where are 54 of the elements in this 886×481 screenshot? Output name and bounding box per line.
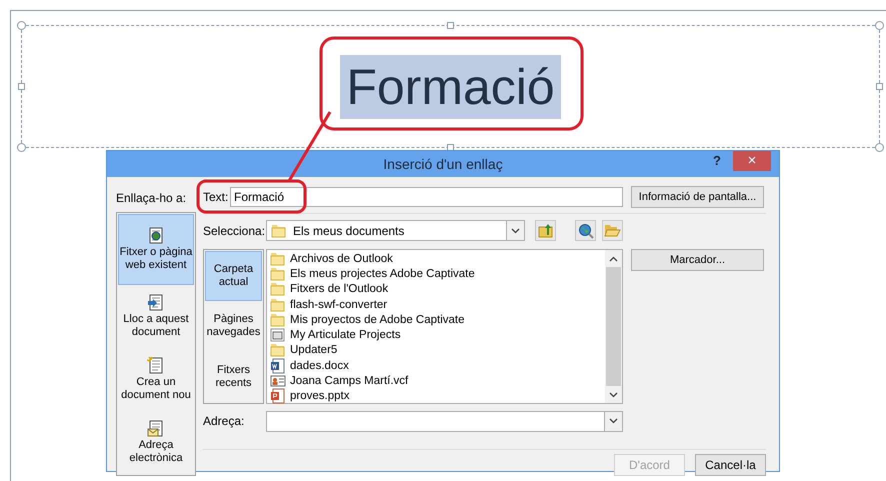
callout-line — [288, 111, 332, 182]
resize-handle[interactable] — [18, 82, 25, 90]
link-to-label: Enllaça-ho a: — [116, 190, 188, 207]
file-name[interactable]: Archivos de Outlook — [290, 252, 393, 265]
resize-handle[interactable] — [876, 82, 883, 90]
chevron-down-icon[interactable] — [609, 418, 618, 424]
link-type-item[interactable]: Crea un document nou — [118, 348, 194, 411]
address-label: Adreça: — [203, 414, 246, 428]
slide-title: Formació — [340, 54, 561, 118]
file-name[interactable]: Els meus projectes Adobe Captivate — [290, 268, 475, 280]
contact-card-icon — [270, 373, 286, 390]
help-button[interactable]: ? — [713, 153, 721, 168]
file-name[interactable]: Mis proyectos de Adobe Captivate — [290, 314, 465, 326]
look-in-label: Selecciona: — [203, 224, 266, 238]
link-type-item[interactable]: Adreça electrònica — [118, 411, 194, 474]
file-name[interactable]: Fitxers de l'Outlook — [290, 283, 388, 296]
bookmark-button[interactable]: Marcador... — [631, 249, 764, 271]
new-document-icon — [147, 357, 165, 374]
resize-handle[interactable] — [17, 21, 26, 30]
resize-handle[interactable] — [875, 143, 884, 152]
screen-tip-button[interactable]: Informació de pantalla... — [631, 186, 764, 208]
link-type-item[interactable]: Fitxer o pàgina web existent — [118, 214, 194, 285]
file-list[interactable] — [266, 249, 623, 404]
document-globe-icon — [147, 227, 165, 244]
browse-web-button[interactable] — [575, 220, 596, 241]
browse-file-button[interactable] — [602, 220, 623, 241]
scrollbar[interactable] — [605, 250, 622, 403]
file-name[interactable]: Joana Camps Martí.vcf — [290, 375, 408, 388]
view-tab[interactable]: Carpeta actual — [205, 251, 262, 301]
chevron-up-icon[interactable] — [609, 256, 618, 262]
chevron-down-icon[interactable] — [609, 392, 618, 398]
text-field[interactable]: Formació — [230, 187, 623, 207]
dialog-title: Inserció d'un enllaç — [383, 156, 503, 172]
view-tab[interactable]: Pàgines navegades — [205, 300, 262, 352]
resize-handle[interactable] — [446, 22, 454, 29]
slides-document-icon — [270, 388, 286, 404]
look-in-dropdown[interactable]: Els meus documents — [266, 220, 525, 241]
close-button[interactable]: × — [733, 151, 771, 171]
chevron-down-icon[interactable] — [511, 228, 520, 234]
file-name[interactable]: dades.docx — [290, 360, 349, 372]
file-name[interactable]: Updater5 — [290, 344, 338, 356]
link-type-item[interactable]: Lloc a aquest document — [118, 285, 194, 348]
resize-handle[interactable] — [17, 143, 26, 152]
word-document-icon — [270, 358, 286, 374]
file-name[interactable]: My Articulate Projects — [290, 329, 401, 342]
file-name[interactable]: flash-swf-converter — [290, 298, 388, 311]
address-field[interactable] — [266, 410, 623, 432]
view-tab[interactable]: Fitxers recents — [205, 351, 262, 402]
cancel-button[interactable]: Cancel·la — [695, 454, 766, 476]
resize-handle[interactable] — [875, 21, 884, 30]
up-folder-button[interactable] — [535, 220, 556, 241]
envelope-document-icon — [147, 420, 165, 437]
text-label: Text: — [203, 190, 230, 204]
file-name[interactable]: proves.pptx — [290, 390, 350, 402]
